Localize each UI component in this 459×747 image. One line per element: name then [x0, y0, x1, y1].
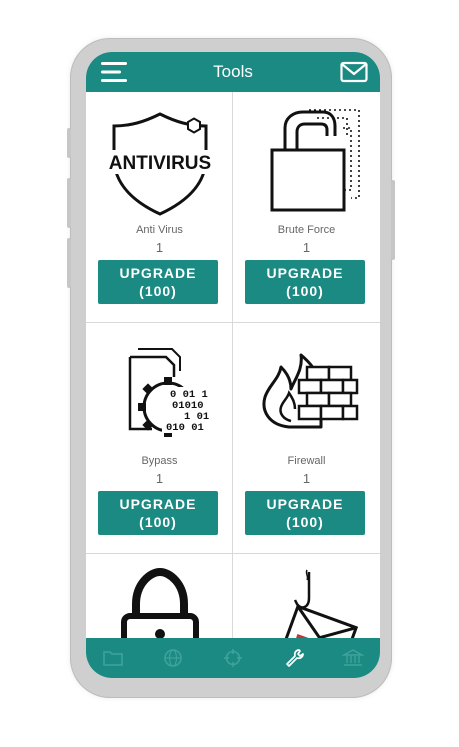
tool-card-antivirus: ANTIVIRUS Anti Virus 1 UPGRADE (100)	[86, 92, 233, 323]
crosshair-icon	[224, 649, 242, 667]
bypass-binary-gear-icon: 0 01 1 01010 1 01 010 01	[86, 337, 233, 447]
upgrade-cost: (100)	[286, 514, 324, 530]
nav-tools[interactable]	[284, 648, 306, 668]
upgrade-cost: (100)	[286, 283, 324, 299]
tool-card-firewall: Firewall 1 UPGRADE (100)	[233, 323, 380, 554]
phone-side-button	[67, 178, 71, 228]
tool-card-lock	[86, 554, 233, 644]
upgrade-button-antivirus[interactable]: UPGRADE (100)	[98, 260, 218, 304]
firewall-icon	[233, 337, 380, 447]
tool-level: 1	[155, 471, 164, 486]
mail-icon[interactable]	[340, 60, 368, 84]
upgrade-button-firewall[interactable]: UPGRADE (100)	[245, 491, 365, 535]
tool-level: 1	[302, 240, 311, 255]
tool-level: 1	[302, 471, 311, 486]
bank-icon	[341, 649, 365, 666]
upgrade-cost: (100)	[139, 283, 177, 299]
antivirus-icon-text: ANTIVIRUS	[108, 153, 210, 174]
brute-force-padlock-icon	[233, 106, 380, 216]
phone-side-button	[67, 128, 71, 158]
wrench-icon	[286, 649, 304, 667]
tools-grid: ANTIVIRUS Anti Virus 1 UPGRADE (100) Bru…	[86, 92, 380, 644]
app-screen: Tools ANTIVIRUS Anti Virus 1 UPGRADE (10…	[86, 52, 380, 678]
tool-card-bypass: 0 01 1 01010 1 01 010 01 Bypass 1 UPGRAD…	[86, 323, 233, 554]
bypass-binary-line: 010 01	[166, 422, 204, 434]
tool-name: Anti Virus	[136, 224, 183, 236]
upgrade-label: UPGRADE	[119, 496, 197, 512]
upgrade-cost: (100)	[139, 514, 177, 530]
tool-name: Brute Force	[277, 224, 336, 236]
bottom-nav	[86, 638, 380, 678]
tool-card-brute-force: Brute Force 1 UPGRADE (100)	[233, 92, 380, 323]
upgrade-label: UPGRADE	[119, 265, 197, 281]
nav-folder[interactable]	[102, 648, 124, 668]
upgrade-label: UPGRADE	[266, 265, 344, 281]
nav-globe[interactable]	[162, 648, 184, 668]
page-title: Tools	[213, 62, 253, 81]
tool-level: 1	[155, 240, 164, 255]
phone-side-button	[67, 238, 71, 288]
phone-side-button	[391, 180, 395, 260]
top-app-bar: Tools	[86, 52, 380, 92]
tool-card-phishing	[233, 554, 380, 644]
upgrade-label: UPGRADE	[266, 496, 344, 512]
phishing-hook-icon	[233, 568, 380, 644]
globe-icon	[164, 649, 182, 667]
tool-name: Bypass	[141, 455, 178, 467]
nav-target[interactable]	[222, 648, 244, 668]
upgrade-button-bypass[interactable]: UPGRADE (100)	[98, 491, 218, 535]
antivirus-shield-icon: ANTIVIRUS	[86, 106, 233, 216]
padlock-icon	[86, 568, 232, 644]
folder-icon	[103, 651, 123, 666]
nav-bank[interactable]	[341, 648, 365, 668]
tool-name: Firewall	[287, 455, 326, 467]
upgrade-button-brute-force[interactable]: UPGRADE (100)	[245, 260, 365, 304]
